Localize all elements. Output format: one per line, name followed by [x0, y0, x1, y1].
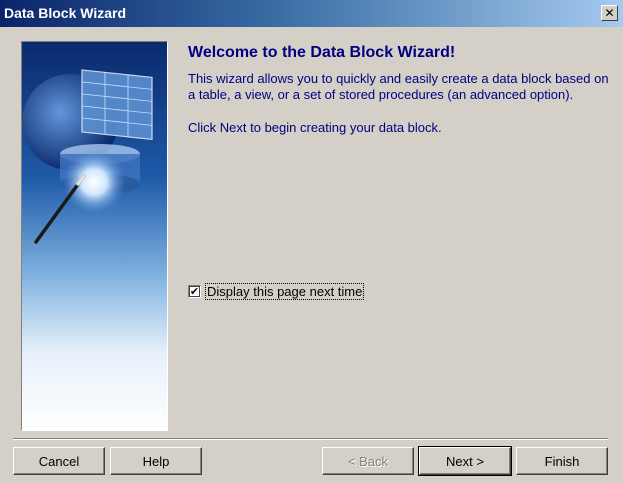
title-bar: Data Block Wizard ✕: [0, 0, 623, 27]
close-icon: ✕: [604, 6, 615, 20]
wizard-side-image: [21, 41, 168, 431]
display-next-time-option[interactable]: ✔ Display this page next time: [188, 283, 365, 300]
display-next-time-checkbox[interactable]: ✔: [188, 285, 201, 298]
display-next-time-label[interactable]: Display this page next time: [205, 283, 365, 300]
window-title: Data Block Wizard: [4, 5, 127, 21]
finish-button[interactable]: Finish: [516, 447, 608, 475]
checkmark-icon: ✔: [189, 285, 200, 298]
help-button[interactable]: Help: [110, 447, 202, 475]
next-button[interactable]: Next >: [418, 446, 512, 476]
wizard-illustration-icon: [22, 42, 167, 430]
instruction-text: Click Next to begin creating your data b…: [188, 120, 442, 135]
intro-text: This wizard allows you to quickly and ea…: [188, 71, 609, 102]
footer-separator: [13, 438, 608, 440]
close-button[interactable]: ✕: [601, 5, 618, 21]
page-heading: Welcome to the Data Block Wizard!: [188, 44, 456, 61]
back-button[interactable]: < Back: [322, 447, 414, 475]
cancel-button[interactable]: Cancel: [13, 447, 105, 475]
